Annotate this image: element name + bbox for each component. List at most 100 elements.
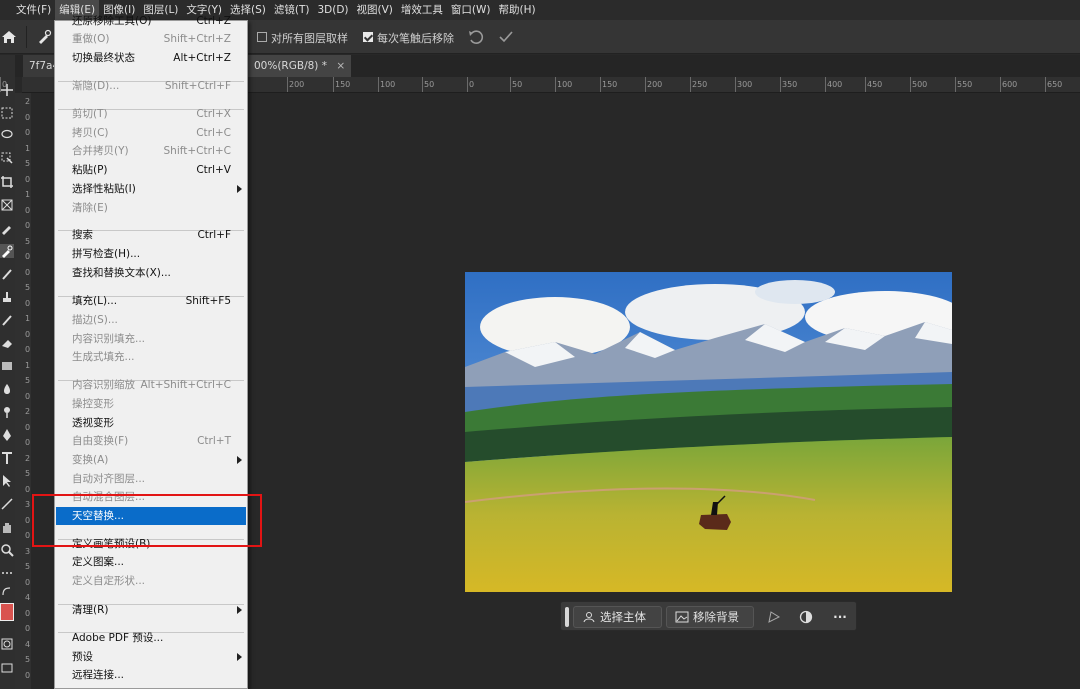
edit-menu-item[interactable]: 远程连接... [56,666,246,684]
edit-menu-item[interactable]: 剪切(T) Ctrl+X [56,105,246,123]
marquee-tool-icon[interactable] [0,106,14,120]
edit-menu-item[interactable]: 粘贴(P) Ctrl+V [56,161,246,179]
edit-menu-item[interactable]: 内容识别填充... [56,330,246,348]
remove-after-stroke-checkbox[interactable] [363,32,373,42]
edit-menu-item[interactable]: 拼写检查(H)... [56,245,246,263]
ruler-tick-label: 1 [25,360,31,370]
commit-check-icon[interactable] [498,29,514,45]
edit-menu-item[interactable]: 透视变形 [56,414,246,432]
ruler-tick-label: 0 [25,577,31,587]
ruler-tick-mark [555,77,556,92]
remove-tool-icon[interactable] [36,29,52,45]
menu-item-shortcut: Ctrl+C [196,127,231,139]
crop-tool-icon[interactable] [0,175,14,189]
blur-tool-icon[interactable] [0,382,14,396]
lasso-tool-icon[interactable] [0,128,14,142]
menu-item-shortcut: Ctrl+T [197,435,231,447]
foreground-color-swatch[interactable] [0,603,14,621]
menu-window[interactable]: 窗口(W) [447,0,495,20]
ruler-tick-mark [865,77,866,92]
ruler-tick-label: 200 [289,80,305,89]
frame-tool-icon[interactable] [0,198,14,212]
menu-plugins[interactable]: 增效工具 [397,0,447,20]
remove-background-button[interactable]: 移除背景 [666,606,754,628]
menu-file[interactable]: 文件(F) [12,0,55,20]
menu-item-label: 定义自定形状... [72,575,146,587]
edit-menu-item[interactable]: 定义图案... [56,553,246,571]
edit-menu-item[interactable]: 切换最终状态 Alt+Ctrl+Z [56,49,246,67]
swap-colors-icon[interactable] [0,585,14,599]
menu-item-label: 远程连接... [72,669,125,681]
type-tool-icon[interactable] [0,451,14,465]
remove-background-label: 移除背景 [693,610,739,624]
clone-stamp-tool-icon[interactable] [0,290,14,304]
ruler-tick-label: 3 [25,500,31,509]
edit-menu-item[interactable]: 选择性粘贴(I) [56,180,246,198]
gradient-tool-icon[interactable] [0,359,14,373]
edit-menu-item[interactable]: 描边(S)... [56,311,246,329]
menu-item-label: 拷贝(C) [72,127,109,139]
edit-menu-item[interactable]: 内容识别缩放 Alt+Shift+Ctrl+C [56,376,246,394]
app-logo-icon[interactable] [0,0,12,20]
tab-close-icon[interactable]: × [336,60,345,72]
menu-3d[interactable]: 3D(D) [313,0,352,20]
edit-menu-item[interactable]: 渐隐(D)... Shift+Ctrl+F [56,77,246,95]
task-bar-grip[interactable] [565,607,569,627]
object-select-tool-icon[interactable] [0,151,14,165]
ruler-tick-label: 0 [469,80,475,89]
more-options-icon[interactable]: ··· [829,607,851,627]
edit-menu-item[interactable]: 定义自定形状... [56,572,246,590]
eraser-tool-icon[interactable] [0,336,14,350]
remove-tool-active-icon[interactable] [0,244,14,258]
edit-menu-item[interactable]: 预设 [56,648,246,666]
dodge-tool-icon[interactable] [0,405,14,419]
menu-item-shortcut: Shift+Ctrl+C [163,145,231,157]
edit-menu-item[interactable]: 拷贝(C) Ctrl+C [56,124,246,142]
menu-filter[interactable]: 滤镜(T) [270,0,314,20]
brush-tool-icon[interactable] [0,267,14,281]
transform-icon[interactable] [766,609,782,625]
edit-menu-item[interactable]: 清除(E) [56,199,246,217]
ruler-tick-label: 0 [25,298,31,308]
edit-menu-item[interactable]: 清理(R) [56,601,246,619]
edit-menu-item[interactable]: 自由变换(F) Ctrl+T [56,432,246,450]
edit-menu-item[interactable]: 重做(O) Shift+Ctrl+Z [56,30,246,48]
ruler-tick-mark [955,77,956,92]
path-select-tool-icon[interactable] [0,474,14,488]
edit-menu-item[interactable]: 填充(L)... Shift+F5 [56,292,246,310]
edit-menu-item[interactable]: 搜索 Ctrl+F [56,226,246,244]
ruler-tick-label: 250 [692,80,708,89]
zoom-tool-icon[interactable] [0,543,14,557]
ruler-tick-label: 0 [25,531,31,540]
eyedropper-tool-icon[interactable] [0,221,14,235]
ruler-tick-label: 0 [25,670,31,680]
hand-tool-icon[interactable] [0,520,14,534]
edit-menu-item[interactable]: 查找和替换文本(X)... [56,264,246,282]
tab-document-active[interactable]: 00%(RGB/8) * × [248,55,352,77]
home-icon[interactable] [0,28,18,46]
reset-icon[interactable] [467,29,485,45]
sample-all-layers-checkbox[interactable] [257,32,267,42]
edit-menu-item[interactable]: 自动对齐图层... [56,470,246,488]
menu-view[interactable]: 视图(V) [353,0,397,20]
edit-menu-item[interactable]: 合并拷贝(Y) Shift+Ctrl+C [56,142,246,160]
edit-menu-item[interactable]: 还原移除工具(O) Ctrl+Z [56,12,246,30]
history-brush-tool-icon[interactable] [0,313,14,327]
screen-mode-icon[interactable] [0,661,14,675]
ruler-tick-label: 0 [25,267,31,277]
adjustment-icon[interactable] [798,609,814,625]
edit-menu-item[interactable]: 生成式填充... [56,348,246,366]
pen-tool-icon[interactable] [0,428,14,442]
menu-help[interactable]: 帮助(H) [495,0,540,20]
select-subject-button[interactable]: 选择主体 [573,606,662,628]
line-tool-icon[interactable] [0,497,14,511]
ruler-tick-mark [510,77,511,92]
image-icon [675,611,689,623]
document-photo[interactable] [465,272,952,592]
quick-mask-icon[interactable] [0,637,14,651]
edit-menu-item[interactable]: Adobe PDF 预设... [56,629,246,647]
edit-menu-item[interactable]: 变换(A) [56,451,246,469]
more-tools-icon[interactable] [0,566,14,580]
ruler-tick-label: 2 [25,97,31,106]
edit-menu-item[interactable]: 操控变形 [56,395,246,413]
